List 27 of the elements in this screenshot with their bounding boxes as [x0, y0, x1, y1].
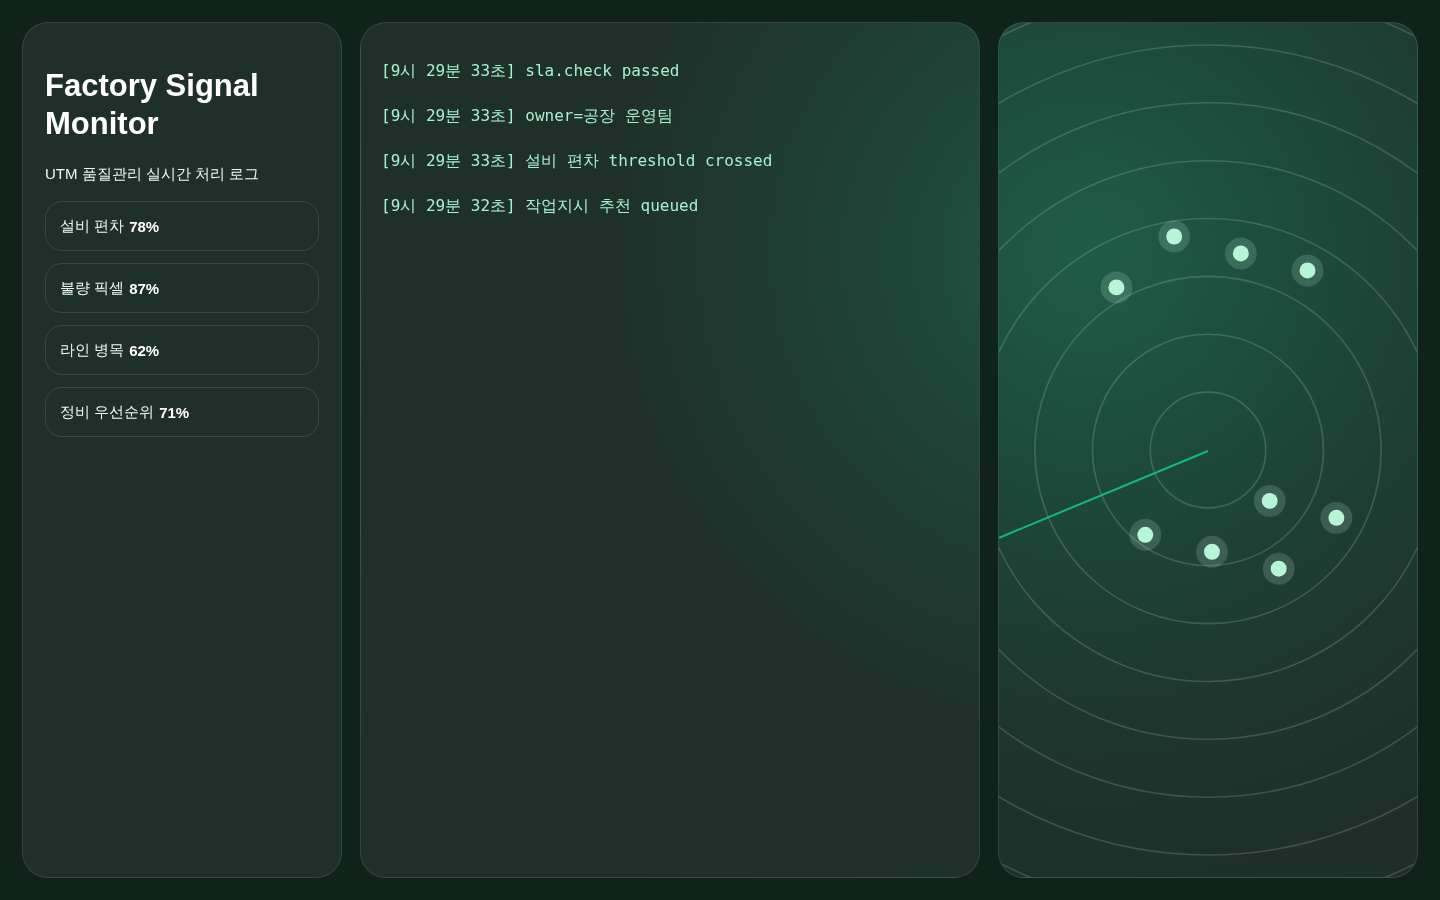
metric-label: 설비 편차: [60, 216, 125, 236]
blip-icon: [1158, 220, 1191, 253]
blip-icon: [1196, 535, 1228, 568]
app-title: Factory Signal Monitor: [45, 67, 260, 143]
log-message: 설비 편차 threshold crossed: [525, 151, 773, 171]
log-timestamp: [9시 29분 33초]: [381, 61, 516, 81]
log-timestamp: [9시 29분 33초]: [381, 106, 516, 126]
log-timestamp: [9시 29분 33초]: [381, 151, 516, 171]
metric-label: 불량 픽셀: [60, 278, 125, 298]
metric-value: 71%: [159, 403, 190, 421]
metric-value: 87%: [129, 279, 160, 297]
blip-icon: [1253, 484, 1286, 517]
log-message: sla.check passed: [525, 61, 680, 81]
blip-icon: [1291, 254, 1324, 287]
log-message: owner=공장 운영팀: [525, 106, 673, 126]
metric-label: 정비 우선순위: [60, 402, 155, 422]
subtitle-text: UTM 품질관리 실시간 처리 로그: [45, 164, 261, 184]
blip-icon: [1100, 271, 1133, 304]
log-message: 작업지시 추천 queued: [525, 196, 699, 216]
blip-icon: [1224, 237, 1257, 270]
metric-value: 62%: [129, 341, 160, 359]
metric-value: 78%: [129, 217, 160, 235]
blip-icon: [1262, 552, 1295, 585]
log-timestamp: [9시 29분 32초]: [381, 196, 516, 216]
blip-icon: [1320, 501, 1353, 534]
blip-icon: [1129, 518, 1162, 551]
metric-label: 라인 병목: [60, 340, 125, 360]
